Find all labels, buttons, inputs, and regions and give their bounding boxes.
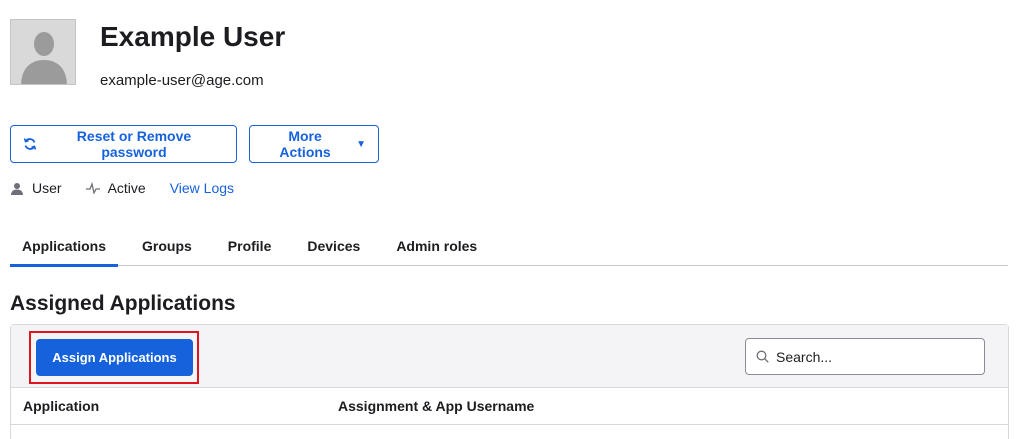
reset-password-button[interactable]: Reset or Remove password bbox=[10, 125, 237, 163]
view-logs-link[interactable]: View Logs bbox=[170, 180, 234, 196]
search-box bbox=[745, 338, 985, 375]
column-header-assignment[interactable]: Assignment & App Username bbox=[338, 398, 534, 414]
user-type: User bbox=[10, 180, 62, 196]
user-status-line: User Active View Logs bbox=[10, 178, 234, 198]
tab-devices[interactable]: Devices bbox=[295, 225, 372, 266]
search-input[interactable] bbox=[776, 348, 966, 365]
column-header-application[interactable]: Application bbox=[23, 398, 99, 414]
table-header: Application Assignment & App Username bbox=[11, 388, 1008, 425]
chevron-down-icon: ▼ bbox=[356, 138, 366, 150]
pulse-icon bbox=[85, 182, 100, 194]
user-icon bbox=[10, 182, 24, 195]
page-title: Example User bbox=[100, 21, 286, 52]
tab-groups[interactable]: Groups bbox=[130, 225, 204, 266]
reset-password-label: Reset or Remove password bbox=[76, 128, 192, 160]
search-icon bbox=[756, 350, 769, 363]
user-email: example-user@age.com bbox=[100, 72, 264, 89]
user-profile-page: Example User example-user@age.com Reset … bbox=[0, 0, 1020, 439]
refresh-icon bbox=[23, 137, 37, 151]
user-state: Active bbox=[85, 180, 146, 196]
profile-tabs: Applications Groups Profile Devices Admi… bbox=[10, 225, 1008, 267]
panel-toolbar: Assign Applications bbox=[11, 325, 1008, 388]
tab-admin-roles[interactable]: Admin roles bbox=[384, 225, 489, 266]
avatar bbox=[10, 19, 76, 85]
more-actions-button[interactable]: More Actions ▼ bbox=[249, 125, 379, 163]
user-silhouette-icon bbox=[11, 20, 75, 84]
section-title: Assigned Applications bbox=[10, 292, 236, 315]
tab-applications[interactable]: Applications bbox=[10, 225, 119, 267]
assigned-applications-panel: Assign Applications Application Assignme… bbox=[10, 324, 1009, 439]
user-type-label: User bbox=[32, 180, 62, 196]
more-actions-label: More Actions bbox=[279, 128, 331, 160]
tab-profile[interactable]: Profile bbox=[216, 225, 284, 266]
user-state-label: Active bbox=[107, 180, 146, 196]
assign-applications-button[interactable]: Assign Applications bbox=[36, 339, 193, 376]
